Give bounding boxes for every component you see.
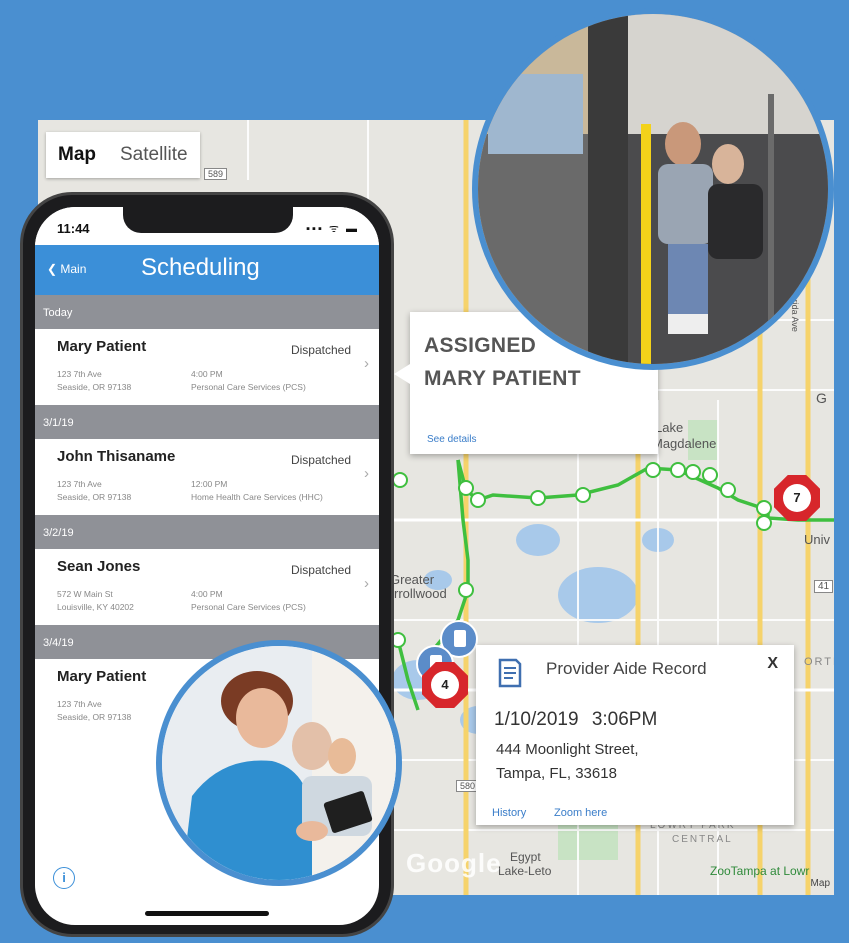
status-time: 11:44 <box>57 221 90 236</box>
map-type-toggle: Map Satellite <box>46 132 200 178</box>
see-details-link[interactable]: See details <box>427 434 476 445</box>
list-item[interactable]: John Thisaname Dispatched 123 7th Ave Se… <box>35 439 379 515</box>
stop-marker-4[interactable]: 4 <box>422 662 468 708</box>
document-icon <box>498 658 522 688</box>
phone-notch <box>123 207 293 233</box>
appointment-time: 4:00 PM <box>191 369 223 379</box>
zoom-here-link[interactable]: Zoom here <box>554 807 607 819</box>
map-label: Univ <box>804 532 831 547</box>
section-header: Today <box>35 295 379 329</box>
address-line: 123 7th Ave <box>57 479 102 489</box>
list-item[interactable]: Mary Patient Dispatched 123 7th Ave Seas… <box>35 329 379 405</box>
chevron-right-icon: › <box>364 575 369 592</box>
map-label: rrollwood <box>394 586 447 601</box>
map-label: ZooTampa at Lowr <box>710 864 810 878</box>
patient-name: John Thisaname <box>57 448 176 465</box>
map-label: Egypt <box>510 850 541 864</box>
nurse-tablet-photo <box>156 640 402 886</box>
map-tab[interactable]: Map <box>46 132 108 178</box>
stop-marker-7[interactable]: 7 <box>774 475 820 521</box>
signal-icons: ▪▪▪ ᯤ ▬ <box>306 223 359 235</box>
info-icon[interactable]: i <box>53 867 75 889</box>
close-icon[interactable]: X <box>767 655 778 673</box>
record-address-line2: Tampa, FL, 33618 <box>496 765 617 782</box>
section-header: 3/1/19 <box>35 405 379 439</box>
van-interior-photo <box>472 8 834 370</box>
map-label: Lake <box>655 420 684 435</box>
patient-name: Sean Jones <box>57 558 141 575</box>
back-button[interactable]: ❮ Main <box>47 262 86 276</box>
map-label: G <box>816 390 827 406</box>
address-line: Seaside, OR 97138 <box>57 382 132 392</box>
address-line: Seaside, OR 97138 <box>57 712 132 722</box>
record-address-line1: 444 Moonlight Street, <box>496 741 639 758</box>
address-line: 123 7th Ave <box>57 369 102 379</box>
satellite-tab[interactable]: Satellite <box>108 132 200 178</box>
google-logo: Google <box>406 848 502 878</box>
service-type: Home Health Care Services (HHC) <box>191 492 323 502</box>
home-indicator <box>145 911 269 916</box>
address-line: 123 7th Ave <box>57 699 102 709</box>
popup-title: Provider Aide Record <box>546 659 707 678</box>
record-datetime: 1/10/2019 3:06PM <box>494 709 658 730</box>
appointment-time: 4:00 PM <box>191 589 223 599</box>
provider-aide-popup: Provider Aide Record X 1/10/2019 3:06PM … <box>476 645 794 825</box>
chevron-right-icon: › <box>364 465 369 482</box>
status-badge: Dispatched <box>290 563 351 577</box>
chevron-right-icon: › <box>364 355 369 372</box>
address-line: Seaside, OR 97138 <box>57 492 132 502</box>
service-type: Personal Care Services (PCS) <box>191 602 306 612</box>
map-label: Magdalene <box>652 436 717 451</box>
section-header: 3/2/19 <box>35 515 379 549</box>
address-line: 572 W Main St <box>57 589 113 599</box>
service-type: Personal Care Services (PCS) <box>191 382 306 392</box>
patient-name: Mary Patient <box>57 668 147 685</box>
list-item[interactable]: Sean Jones Dispatched 572 W Main St Loui… <box>35 549 379 625</box>
map-label: 41 <box>814 580 834 593</box>
nav-bar: ❮ Main Scheduling <box>35 245 379 295</box>
status-badge: Dispatched <box>290 343 351 357</box>
status-badge: Dispatched <box>290 453 351 467</box>
history-link[interactable]: History <box>492 807 526 819</box>
page-title: Scheduling <box>141 254 260 281</box>
map-label: Greater <box>390 572 435 587</box>
map-footer: Map <box>810 878 830 889</box>
map-label: CENTRAL <box>672 834 733 845</box>
assigned-patient-name: MARY PATIENT <box>424 367 581 390</box>
appointment-time: 12:00 PM <box>191 479 228 489</box>
map-label: ORTE <box>804 656 834 668</box>
map-label: 589 <box>204 168 228 180</box>
patient-name: Mary Patient <box>57 338 147 355</box>
address-line: Louisville, KY 40202 <box>57 602 134 612</box>
map-label: Lake-Leto <box>498 864 552 878</box>
